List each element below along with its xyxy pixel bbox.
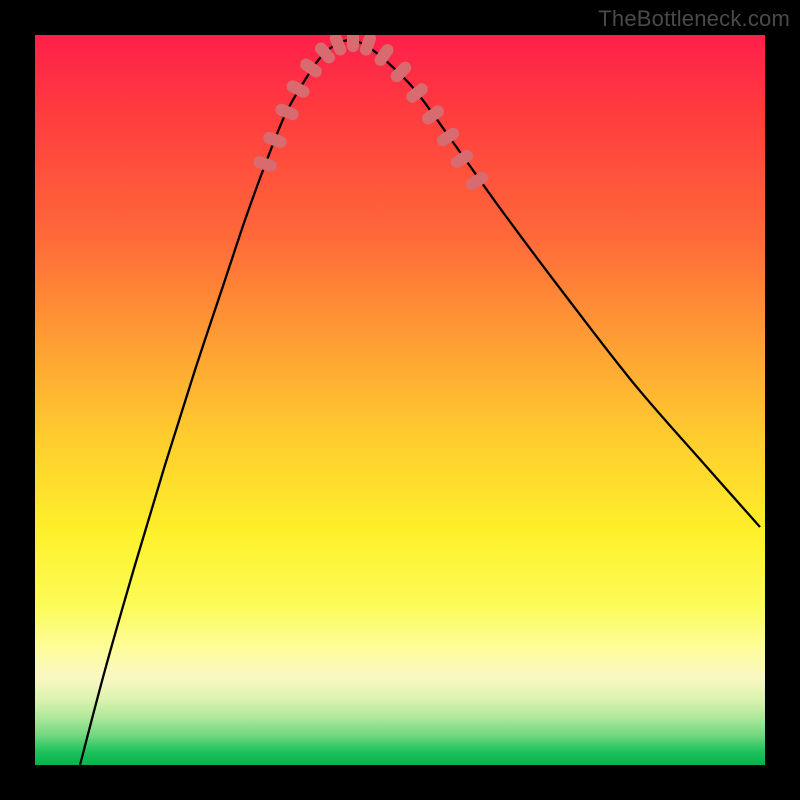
marker-layer bbox=[252, 35, 491, 192]
curve-marker bbox=[388, 59, 413, 84]
curve-marker bbox=[274, 102, 301, 122]
curve-marker bbox=[347, 35, 359, 52]
plot-area bbox=[35, 35, 765, 765]
curve-marker bbox=[420, 103, 447, 127]
bottleneck-curve bbox=[80, 40, 760, 765]
curve-marker bbox=[435, 125, 462, 148]
curve-marker bbox=[285, 78, 312, 99]
watermark-text: TheBottleneck.com bbox=[598, 6, 790, 32]
outer-frame: TheBottleneck.com bbox=[0, 0, 800, 800]
curve-marker bbox=[358, 35, 377, 57]
curve-marker bbox=[404, 81, 430, 105]
curve-marker bbox=[298, 56, 325, 80]
chart-svg bbox=[35, 35, 765, 765]
curve-marker bbox=[372, 42, 396, 69]
curve-marker bbox=[262, 130, 289, 149]
curve-marker bbox=[252, 155, 279, 174]
